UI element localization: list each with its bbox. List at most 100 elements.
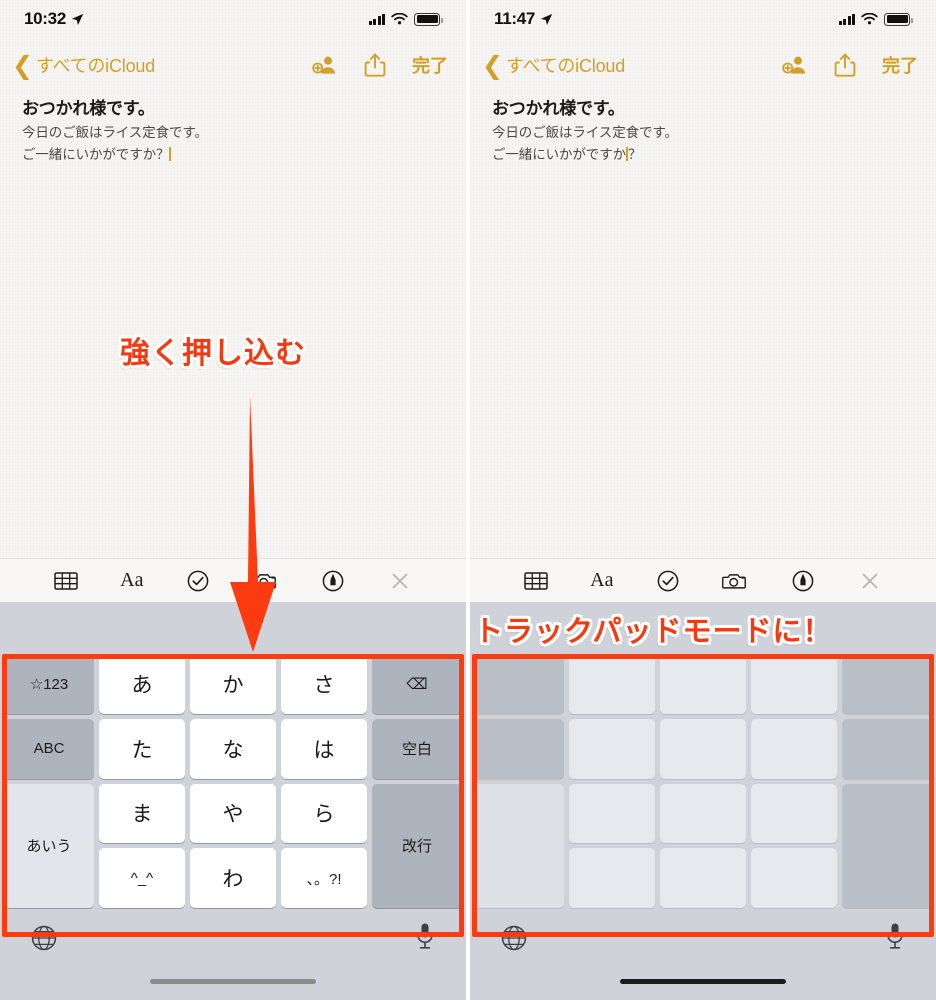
back-button-right[interactable]: ❮ すべてのiCloud [482, 52, 625, 78]
location-arrow-icon [71, 13, 84, 25]
close-icon[interactable] [857, 568, 883, 594]
globe-icon[interactable] [30, 924, 58, 952]
cellular-signal-icon [838, 13, 855, 25]
done-button-left[interactable]: 完了 [412, 52, 448, 78]
status-clock-left: 10:32 [24, 9, 84, 29]
keyboard-left: ☆123 あ か さ ⌫ ABC た な は 空白 あいう ま や ら 改行 ^… [0, 602, 466, 1000]
key-sa[interactable]: さ [281, 654, 367, 714]
note-line-2: ご一緒にいかがですか？ [492, 144, 916, 167]
add-person-icon[interactable] [782, 52, 808, 78]
markup-pen-icon[interactable] [790, 568, 816, 594]
key-na[interactable]: な [190, 718, 276, 779]
note-paper-background-right [470, 0, 936, 598]
note-content-left[interactable]: おつかれ様です。 今日のご飯はライス定食です。 ご一緒にいかがですか？ [22, 96, 446, 167]
keyboard-right-trackpad-mode[interactable]: ☆123 あ か さ ⌫ ABC た な は 空白 あいう ま や ら 改行 ^… [470, 602, 936, 1000]
key-ta[interactable]: た [99, 718, 185, 779]
key-ya[interactable]: や [190, 783, 276, 844]
status-clock-right: 11:47 [494, 9, 553, 29]
back-button-left[interactable]: ❮ すべてのiCloud [12, 52, 155, 78]
back-button-label: すべてのiCloud [35, 56, 156, 76]
text-caret [169, 147, 172, 162]
key-punctuation[interactable]: 、。?! [751, 848, 837, 908]
camera-icon[interactable] [252, 568, 278, 594]
camera-icon[interactable] [722, 568, 748, 594]
key-a[interactable]: あ [99, 654, 185, 714]
format-toolbar-left: Aa [0, 558, 466, 602]
key-ya[interactable]: や [660, 783, 746, 844]
key-abc[interactable]: ABC [474, 718, 564, 779]
status-indicators-right [838, 12, 913, 26]
chevron-left-icon: ❮ [12, 50, 33, 80]
status-bar-right: 11:47 [470, 0, 936, 38]
location-arrow-icon [540, 13, 553, 25]
text-format-icon[interactable]: Aa [120, 569, 143, 592]
key-space[interactable]: 空白 [372, 718, 462, 779]
home-indicator-left [150, 979, 316, 984]
key-wa[interactable]: わ [660, 848, 746, 908]
battery-full-icon [414, 12, 443, 26]
key-kana-mode[interactable]: あいう [4, 783, 94, 908]
globe-icon[interactable] [500, 924, 528, 952]
note-line-2: ご一緒にいかがですか？ [22, 144, 446, 167]
status-indicators-left [368, 12, 443, 26]
keyboard-grid-right: ☆123 あ か さ ⌫ ABC た な は 空白 あいう ま や ら 改行 ^… [474, 654, 932, 908]
home-indicator-right [620, 979, 786, 984]
format-toolbar-right: Aa [470, 558, 936, 602]
note-line-2-text: ご一緒にいかがですか？ [22, 147, 170, 163]
key-ka[interactable]: か [660, 654, 746, 714]
key-ha[interactable]: は [281, 718, 367, 779]
note-line-1: 今日のご飯はライス定食です。 [22, 124, 208, 140]
clock-time: 10:32 [24, 9, 66, 28]
key-ma[interactable]: ま [99, 783, 185, 844]
key-a[interactable]: あ [569, 654, 655, 714]
add-person-icon[interactable] [312, 52, 338, 78]
navigation-bar-right: ❮ すべてのiCloud 完了 [470, 44, 936, 86]
key-emoticon[interactable]: ^_^ [99, 848, 185, 908]
phone-screenshot-left: 10:32 ❮ すべてのiCloud 完了 おつかれ様です。 今日のご飯はライス… [0, 0, 466, 1000]
note-content-right[interactable]: おつかれ様です。 今日のご飯はライス定食です。 ご一緒にいかがですか？ [492, 96, 916, 167]
checklist-icon[interactable] [185, 568, 211, 594]
key-abc[interactable]: ABC [4, 718, 94, 779]
key-kana-mode[interactable]: あいう [474, 783, 564, 908]
key-return[interactable]: 改行 [372, 783, 462, 908]
battery-full-icon [884, 12, 913, 26]
table-icon[interactable] [53, 568, 79, 594]
key-space[interactable]: 空白 [842, 718, 932, 779]
microphone-icon[interactable] [884, 922, 906, 952]
key-emoticon[interactable]: ^_^ [569, 848, 655, 908]
share-icon[interactable] [362, 52, 388, 78]
key-ra[interactable]: ら [281, 783, 367, 844]
done-button-right[interactable]: 完了 [882, 52, 918, 78]
table-icon[interactable] [523, 568, 549, 594]
text-format-icon[interactable]: Aa [590, 569, 613, 592]
key-ra[interactable]: ら [751, 783, 837, 844]
key-ma[interactable]: ま [569, 783, 655, 844]
close-icon[interactable] [387, 568, 413, 594]
key-wa[interactable]: わ [190, 848, 276, 908]
keyboard-grid-left: ☆123 あ か さ ⌫ ABC た な は 空白 あいう ま や ら 改行 ^… [4, 654, 462, 908]
key-delete[interactable]: ⌫ [372, 654, 462, 714]
key-symbols[interactable]: ☆123 [4, 654, 94, 714]
cellular-signal-icon [368, 13, 385, 25]
key-ha[interactable]: は [751, 718, 837, 779]
note-title: おつかれ様です。 [492, 99, 625, 118]
status-bar-left: 10:32 [0, 0, 466, 38]
keyboard-bottom-bar-right [470, 908, 936, 1000]
screenshot-canvas: 10:32 ❮ すべてのiCloud 完了 おつかれ様です。 今日のご飯はライス… [0, 0, 936, 1000]
key-symbols[interactable]: ☆123 [474, 654, 564, 714]
wifi-icon [861, 12, 878, 24]
nav-actions-right: 完了 [782, 52, 918, 78]
markup-pen-icon[interactable] [320, 568, 346, 594]
share-icon[interactable] [832, 52, 858, 78]
checklist-icon[interactable] [655, 568, 681, 594]
key-return[interactable]: 改行 [842, 783, 932, 908]
note-line-2-text-after-caret: ？ [628, 147, 642, 163]
key-na[interactable]: な [660, 718, 746, 779]
key-sa[interactable]: さ [751, 654, 837, 714]
note-line-1: 今日のご飯はライス定食です。 [492, 124, 678, 140]
key-punctuation[interactable]: 、。?! [281, 848, 367, 908]
microphone-icon[interactable] [414, 922, 436, 952]
key-ka[interactable]: か [190, 654, 276, 714]
key-ta[interactable]: た [569, 718, 655, 779]
key-delete[interactable]: ⌫ [842, 654, 932, 714]
